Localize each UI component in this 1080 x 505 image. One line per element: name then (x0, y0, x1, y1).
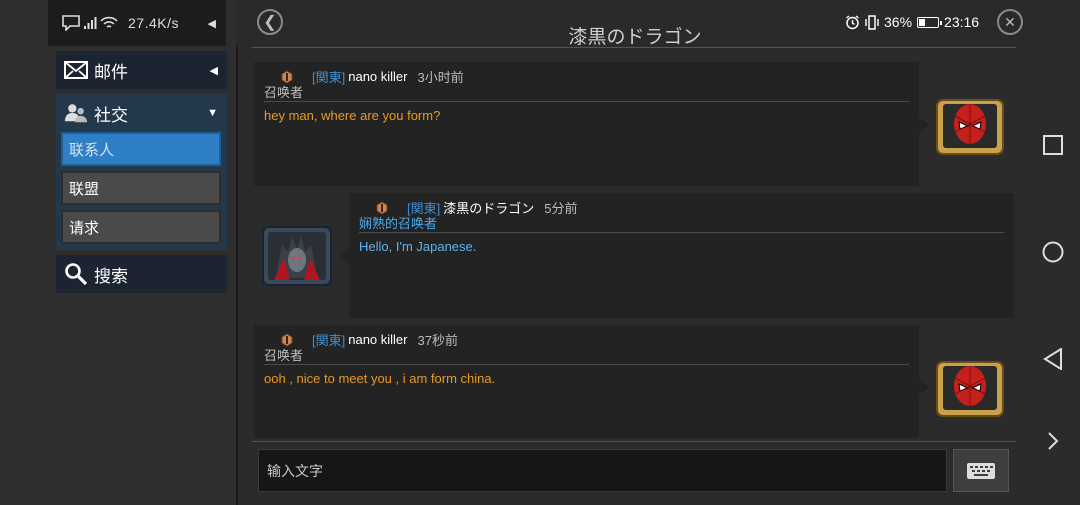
back-button[interactable]: ❮ (257, 9, 283, 35)
message-separator (359, 232, 1004, 233)
avatar-villain[interactable] (262, 226, 332, 288)
chevron-right-icon (1048, 432, 1059, 450)
input-divider (252, 441, 1016, 442)
close-icon: ✕ (1004, 13, 1016, 30)
chat-title: 漆黒のドラゴン (568, 27, 702, 48)
message-username[interactable]: nano killer (348, 69, 407, 84)
message-header: [関東] nano killer 3小时前 (280, 67, 464, 86)
avatar-spiderman[interactable] (935, 356, 1005, 418)
message-username[interactable]: 漆黒のドラゴン (443, 198, 534, 217)
avatar-spiderman[interactable] (935, 94, 1005, 156)
message-separator (264, 364, 909, 365)
sidebar-item-requests[interactable]: 请求 (61, 210, 221, 244)
keyboard-icon (967, 462, 995, 479)
message-separator (264, 101, 909, 102)
notification-icon (62, 15, 80, 31)
circle-icon (1042, 241, 1064, 263)
wifi-icon (100, 16, 118, 28)
signal-icon (84, 17, 97, 29)
message-username[interactable]: nano killer (348, 332, 407, 347)
header-divider (252, 47, 1016, 48)
message-bubble: [関東] nano killer 37秒前 召唤者 ooh , nice to … (254, 325, 919, 438)
menu-item-label: 邮件 (94, 62, 128, 82)
caret-down-icon: ▼ (207, 107, 218, 119)
vibrate-icon (865, 14, 879, 30)
message-input[interactable]: 输入文字 (258, 449, 947, 492)
message-text: ooh , nice to meet you , i am form china… (264, 371, 496, 386)
status-bar-left: 27.4K/s ◀ (48, 0, 226, 46)
mail-icon (64, 59, 88, 81)
alarm-icon (846, 14, 859, 29)
battery-icon (917, 16, 943, 28)
system-status: 36% 23:16 (845, 14, 979, 30)
back-nav-button[interactable] (1041, 347, 1065, 371)
menu-item-social[interactable]: 社交 ▼ (56, 94, 227, 132)
battery-percent: 36% (884, 14, 913, 30)
message-time: 37秒前 (417, 333, 458, 348)
home-button[interactable] (1041, 240, 1065, 264)
triangle-icon (1043, 348, 1062, 370)
message-bubble: [関東] nano killer 3小时前 召唤者 hey man, where… (254, 62, 919, 186)
keyboard-button[interactable] (953, 449, 1009, 492)
back-icon: ❮ (263, 14, 277, 31)
recent-apps-button[interactable] (1041, 133, 1065, 157)
bubble-tail (339, 249, 349, 265)
close-button[interactable]: ✕ (997, 9, 1023, 35)
menu-item-label: 搜索 (94, 266, 128, 286)
message-rank: 召唤者 (264, 348, 304, 363)
message-bubble: [関東] 漆黒のドラゴン 5分前 娴熟的召唤者 Hello, I'm Japan… (349, 193, 1014, 318)
square-icon (1043, 135, 1063, 155)
message-region: [関東] (312, 70, 346, 85)
status-icons (62, 15, 118, 31)
nav-expand-button[interactable] (1041, 429, 1065, 453)
message-text: Hello, I'm Japanese. (359, 239, 477, 254)
caret-left-icon[interactable]: ◀ (208, 17, 216, 30)
caret-left-icon: ◀ (209, 64, 218, 77)
message-rank: 召唤者 (264, 85, 304, 100)
menu-item-label: 社交 (94, 105, 128, 125)
input-placeholder: 输入文字 (267, 462, 323, 479)
message-header: [関東] nano killer 37秒前 (280, 330, 458, 349)
message-time: 5分前 (544, 201, 578, 216)
sidebar-item-contacts[interactable]: 联系人 (61, 132, 221, 166)
bubble-tail (919, 379, 929, 395)
sidebar-item-alliance[interactable]: 联盟 (61, 171, 221, 205)
search-icon (64, 263, 88, 286)
menu-item-search[interactable]: 搜索 (56, 255, 227, 293)
clock: 23:16 (944, 14, 980, 30)
message-text: hey man, where are you form? (264, 108, 441, 123)
message-time: 3小时前 (417, 70, 464, 85)
network-speed: 27.4K/s (128, 15, 179, 31)
social-icon (64, 102, 88, 124)
menu-item-mail[interactable]: 邮件 ◀ (56, 51, 227, 89)
message-rank: 娴熟的召唤者 (359, 216, 438, 231)
bubble-tail (919, 117, 929, 133)
message-region: [関東] (312, 333, 346, 348)
